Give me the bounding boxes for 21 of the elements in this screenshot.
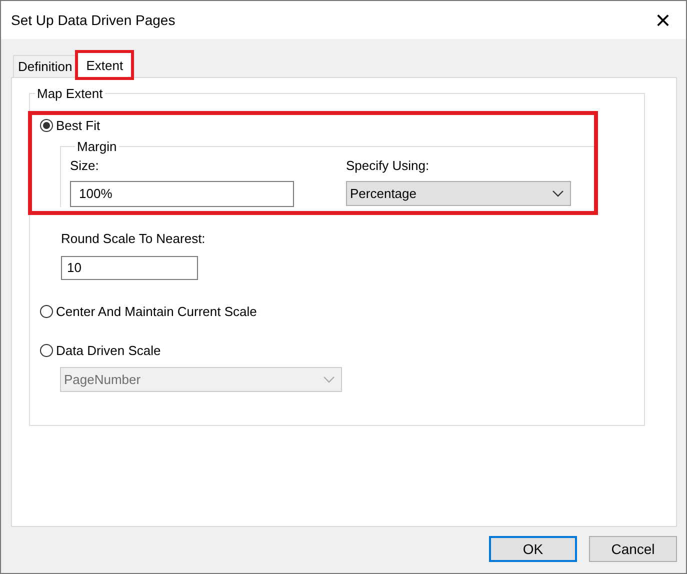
dropdown[interactable]: Percentage xyxy=(346,181,571,206)
input-field[interactable]: 10 xyxy=(61,256,198,280)
window-title: Set Up Data Driven Pages xyxy=(11,12,176,28)
radio-button[interactable] xyxy=(40,119,53,132)
chevron-down-icon xyxy=(552,190,564,198)
field-label: Specify Using: xyxy=(346,158,430,173)
input-field[interactable]: 100% xyxy=(70,181,294,207)
dialog-button[interactable]: OK xyxy=(489,536,577,562)
group-legend: Map Extent xyxy=(35,86,105,101)
dialog-button[interactable]: Cancel xyxy=(589,536,677,562)
tab[interactable]: Definition xyxy=(13,55,78,77)
field-label: Size: xyxy=(70,158,100,173)
chevron-down-icon xyxy=(323,376,335,384)
radio-label: Data Driven Scale xyxy=(56,343,161,358)
group-legend: Margin xyxy=(75,139,119,154)
field-label: Round Scale To Nearest: xyxy=(61,231,206,246)
radio-label: Best Fit xyxy=(56,118,100,133)
radio-label: Center And Maintain Current Scale xyxy=(56,304,257,319)
close-button[interactable]: × xyxy=(640,1,686,39)
radio-button[interactable] xyxy=(40,305,53,318)
tab[interactable]: Extent xyxy=(77,52,132,78)
